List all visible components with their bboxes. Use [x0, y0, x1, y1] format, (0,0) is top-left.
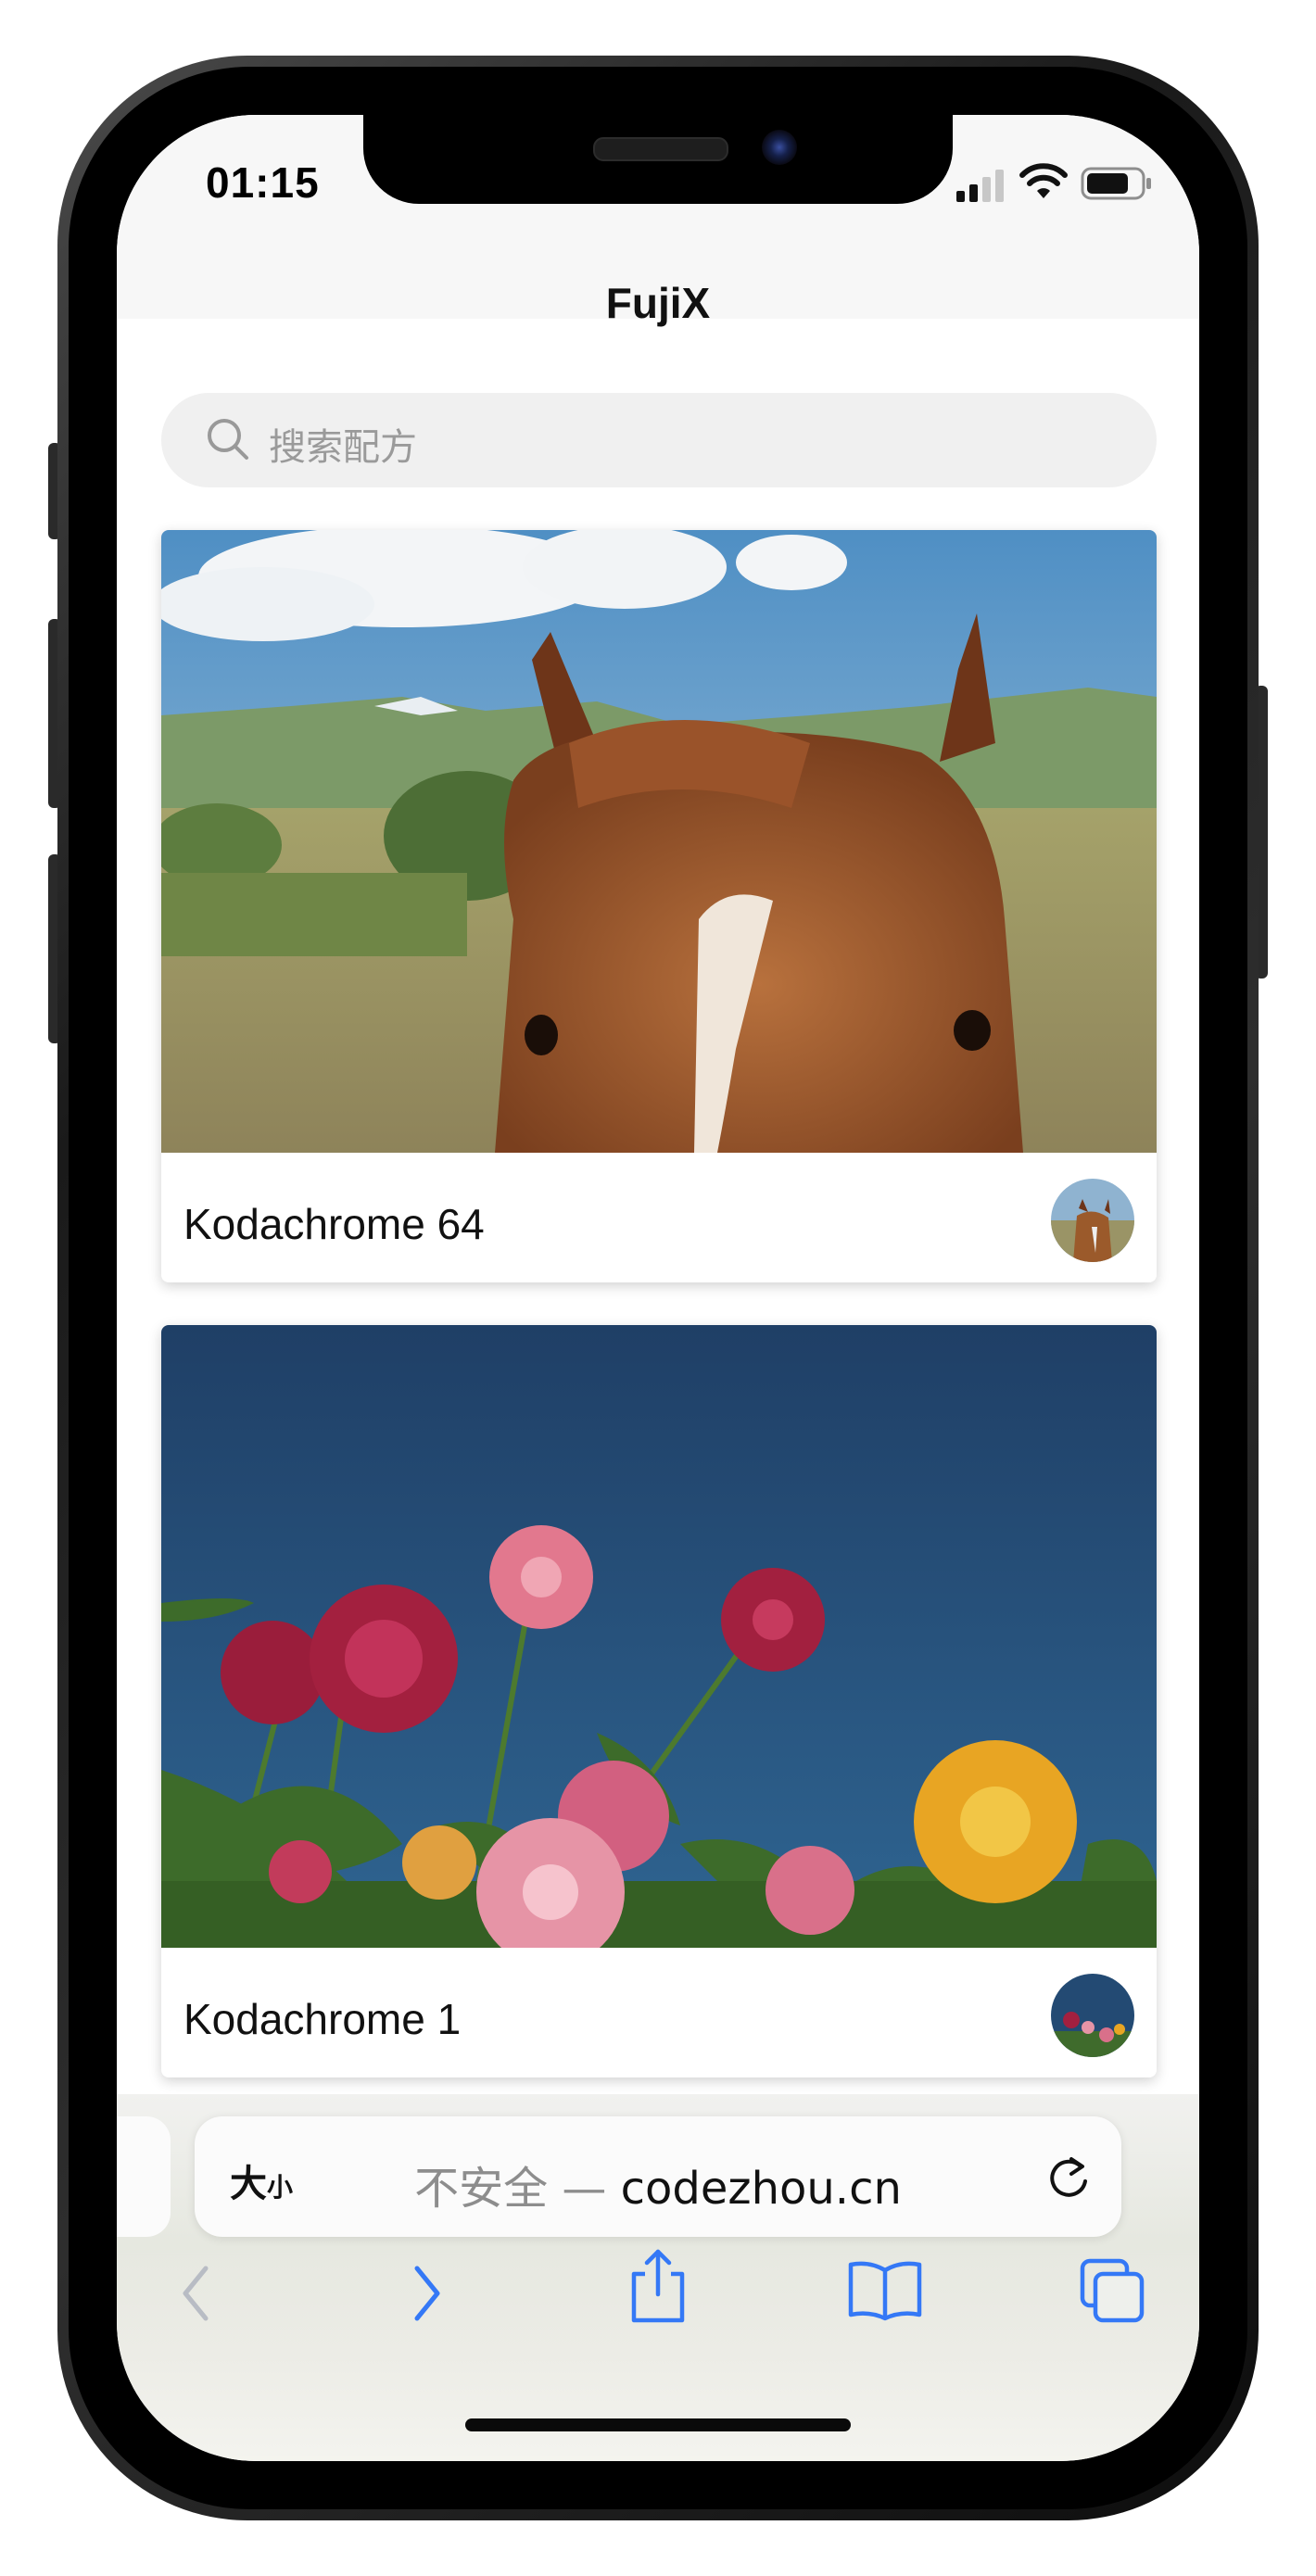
- recipe-photo: [161, 1325, 1157, 1948]
- recipe-name: Kodachrome 64: [183, 1200, 485, 1248]
- share-icon[interactable]: [621, 2246, 695, 2326]
- battery-icon: [1081, 167, 1151, 200]
- book-icon[interactable]: [845, 2257, 925, 2322]
- signal-bars-icon: [956, 170, 1004, 202]
- url-security-label: 不安全 —: [414, 2163, 621, 2215]
- chevron-right-icon[interactable]: [402, 2261, 449, 2326]
- earpiece-speaker: [593, 137, 728, 161]
- phone-screen: 01:15 FujiX 搜索配方 Kodachrome 64 Kodachrom…: [117, 115, 1199, 2461]
- tabs-icon[interactable]: [1077, 2255, 1147, 2326]
- page-title: FujiX: [605, 279, 711, 327]
- recipe-card[interactable]: Kodachrome 1: [161, 1325, 1157, 2077]
- wifi-icon: [1019, 163, 1068, 198]
- reload-icon[interactable]: [1044, 2150, 1094, 2203]
- url-domain: codezhou.cn: [620, 2163, 902, 2215]
- search-icon: [208, 419, 248, 460]
- home-indicator: [465, 2418, 851, 2431]
- search-placeholder: 搜索配方: [269, 426, 417, 469]
- recipe-card[interactable]: Kodachrome 64: [161, 530, 1157, 1282]
- recipe-avatar: [1051, 1179, 1134, 1262]
- address-text: 不安全 — codezhou.cn: [117, 2152, 1199, 2216]
- front-camera: [762, 130, 797, 165]
- status-time: 01:15: [206, 158, 320, 207]
- chevron-left-icon[interactable]: [174, 2261, 221, 2326]
- recipe-photo: [161, 530, 1157, 1153]
- recipe-name: Kodachrome 1: [183, 1995, 462, 2043]
- recipe-avatar: [1051, 1974, 1134, 2057]
